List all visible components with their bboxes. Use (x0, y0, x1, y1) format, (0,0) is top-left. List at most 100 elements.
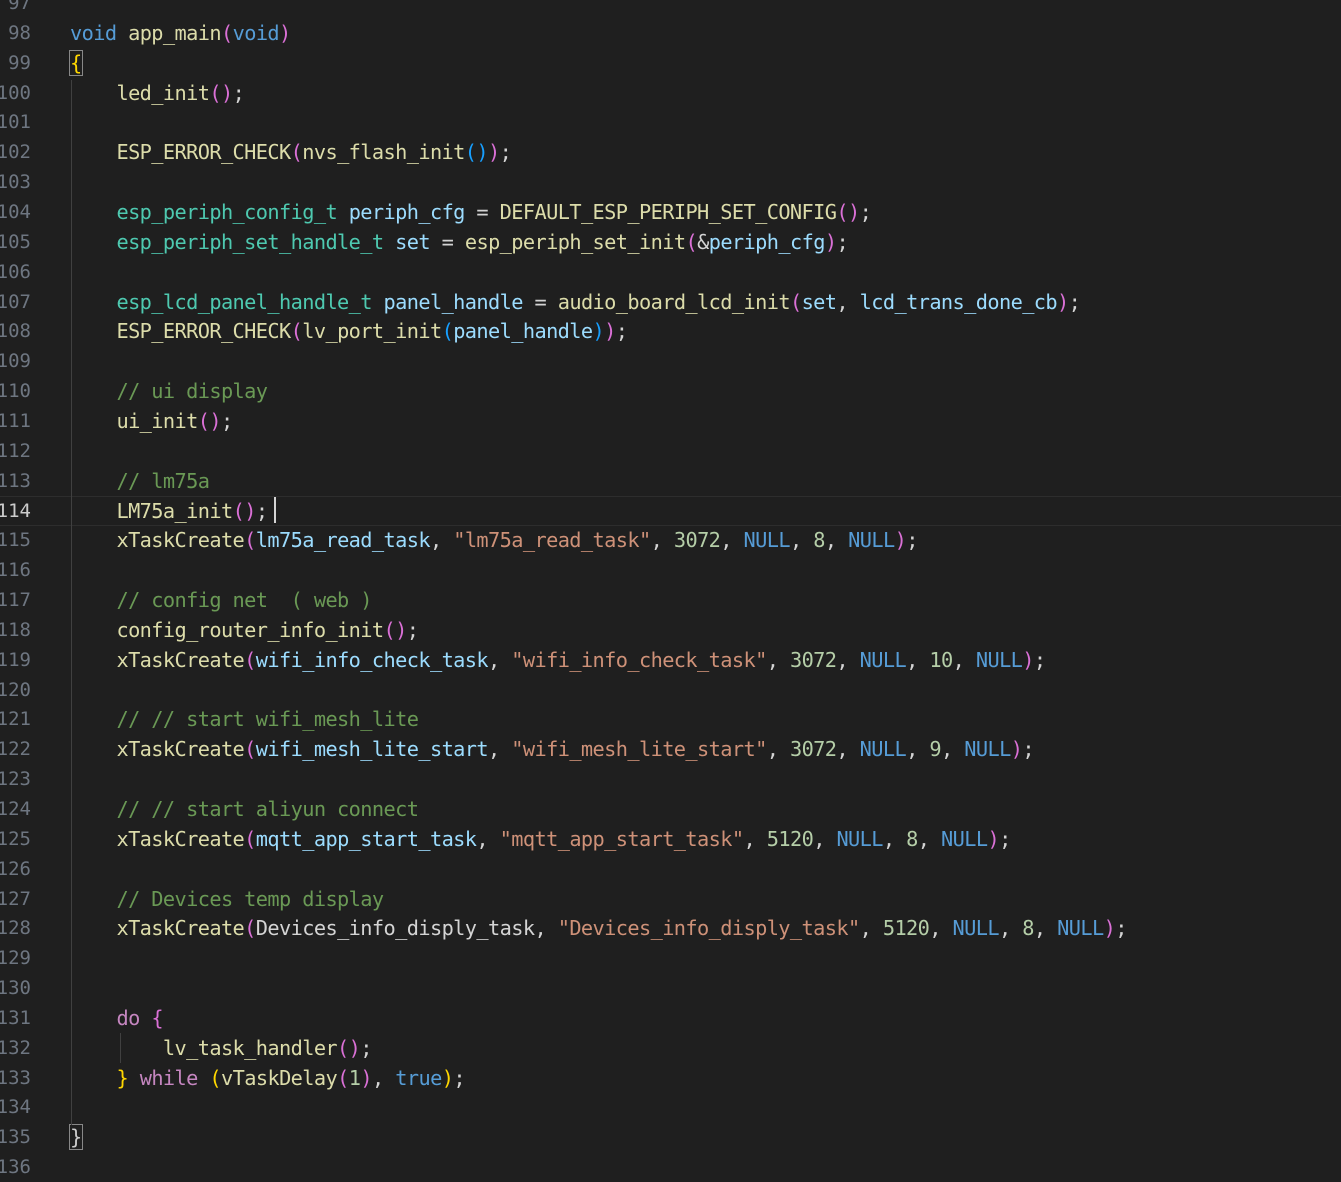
code-line[interactable]: 121 // // start wifi_mesh_lite (0, 705, 1341, 735)
line-number[interactable]: 136 (0, 1153, 31, 1182)
code-text[interactable]: // ui display (70, 377, 268, 407)
code-text[interactable]: lv_task_handler(); (70, 1034, 373, 1064)
code-text[interactable]: LM75a_init(); (70, 497, 268, 527)
code-text[interactable]: } (69, 1123, 83, 1153)
code-line[interactable]: 99 { (0, 49, 1341, 79)
code-text[interactable]: { (69, 49, 83, 79)
code-text[interactable]: do { (70, 1004, 163, 1034)
code-text[interactable]: xTaskCreate(wifi_mesh_lite_start, "wifi_… (70, 735, 1034, 765)
line-number[interactable]: 98 (0, 19, 31, 49)
code-line[interactable]: 134 (0, 1093, 1341, 1123)
line-number[interactable]: 115 (0, 526, 31, 556)
code-line[interactable]: 119 xTaskCreate(wifi_info_check_task, "w… (0, 646, 1341, 676)
line-number[interactable]: 103 (0, 168, 31, 198)
code-text[interactable]: xTaskCreate(mqtt_app_start_task, "mqtt_a… (70, 825, 1011, 855)
line-number[interactable]: 117 (0, 586, 31, 616)
code-line[interactable]: 98 void app_main(void) (0, 19, 1341, 49)
code-text[interactable]: xTaskCreate(lm75a_read_task, "lm75a_read… (70, 526, 918, 556)
line-number[interactable]: 133 (0, 1064, 31, 1094)
code-line[interactable]: 125 xTaskCreate(mqtt_app_start_task, "mq… (0, 825, 1341, 855)
code-line[interactable]: 116 (0, 556, 1341, 586)
code-text[interactable]: // config net ( web ) (70, 586, 372, 616)
line-number[interactable]: 131 (0, 1004, 31, 1034)
line-number[interactable]: 125 (0, 825, 31, 855)
code-text[interactable]: config_router_info_init(); (70, 616, 419, 646)
line-number[interactable]: 124 (0, 795, 31, 825)
line-number[interactable]: 113 (0, 467, 31, 497)
code-text[interactable]: ESP_ERROR_CHECK(lv_port_init(panel_handl… (70, 317, 628, 347)
line-number[interactable]: 118 (0, 616, 31, 646)
line-number[interactable]: 109 (0, 347, 31, 377)
line-number[interactable]: 114 (0, 497, 31, 527)
code-line[interactable]: 118 config_router_info_init(); (0, 616, 1341, 646)
line-number[interactable]: 111 (0, 407, 31, 437)
code-line[interactable]: 133 } while (vTaskDelay(1), true); (0, 1064, 1341, 1094)
line-number[interactable]: 119 (0, 646, 31, 676)
line-number[interactable]: 127 (0, 885, 31, 915)
code-line[interactable]: 115 xTaskCreate(lm75a_read_task, "lm75a_… (0, 526, 1341, 556)
code-text[interactable]: } while (vTaskDelay(1), true); (70, 1064, 465, 1094)
line-number[interactable]: 110 (0, 377, 31, 407)
line-number[interactable]: 97 (0, 0, 31, 19)
code-line[interactable]: 111 ui_init(); (0, 407, 1341, 437)
code-line[interactable]: 100 led_init(); (0, 79, 1341, 109)
code-line[interactable]: 106 (0, 258, 1341, 288)
code-line[interactable]: 103 (0, 168, 1341, 198)
line-number[interactable]: 107 (0, 288, 31, 318)
line-number[interactable]: 101 (0, 108, 31, 138)
code-line[interactable]: 102 ESP_ERROR_CHECK(nvs_flash_init()); (0, 138, 1341, 168)
line-number[interactable]: 129 (0, 944, 31, 974)
code-text[interactable]: // lm75a (70, 467, 209, 497)
code-line[interactable]: 124 // // start aliyun connect (0, 795, 1341, 825)
code-line[interactable]: 128 xTaskCreate(Devices_info_disply_task… (0, 914, 1341, 944)
code-text[interactable]: xTaskCreate(wifi_info_check_task, "wifi_… (70, 646, 1046, 676)
line-number[interactable]: 99 (0, 49, 31, 79)
code-line[interactable]: 126 (0, 855, 1341, 885)
line-number[interactable]: 102 (0, 138, 31, 168)
code-editor[interactable]: 136 135} 134 133 } while (vTaskDelay(1), tr… (0, 0, 1341, 1182)
code-line[interactable]: 130 (0, 974, 1341, 1004)
code-line[interactable]: 123 (0, 765, 1341, 795)
code-line[interactable]: 127 // Devices temp display (0, 885, 1341, 915)
line-number[interactable]: 134 (0, 1093, 31, 1123)
code-line[interactable]: 109 (0, 347, 1341, 377)
line-number[interactable]: 112 (0, 437, 31, 467)
line-number[interactable]: 130 (0, 974, 31, 1004)
line-number[interactable]: 121 (0, 705, 31, 735)
code-text[interactable]: esp_periph_config_t periph_cfg = DEFAULT… (70, 198, 871, 228)
code-line[interactable]: 107 esp_lcd_panel_handle_t panel_handle … (0, 288, 1341, 318)
code-text[interactable]: // Devices temp display (70, 885, 384, 915)
code-line[interactable]: 136 (0, 1153, 1341, 1182)
code-line[interactable]: 135} (0, 1123, 1341, 1153)
code-line[interactable]: 97 (0, 0, 1341, 19)
code-text[interactable]: esp_periph_set_handle_t set = esp_periph… (70, 228, 848, 258)
line-number[interactable]: 104 (0, 198, 31, 228)
line-number[interactable]: 122 (0, 735, 31, 765)
code-text[interactable]: ESP_ERROR_CHECK(nvs_flash_init()); (70, 138, 511, 168)
code-line[interactable]: 108 ESP_ERROR_CHECK(lv_port_init(panel_h… (0, 317, 1341, 347)
code-text[interactable]: ui_init(); (70, 407, 233, 437)
code-line[interactable]: 113 // lm75a (0, 467, 1341, 497)
code-line[interactable]: 105 esp_periph_set_handle_t set = esp_pe… (0, 228, 1341, 258)
line-number[interactable]: 116 (0, 556, 31, 586)
line-number[interactable]: 120 (0, 676, 31, 706)
line-number[interactable]: 106 (0, 258, 31, 288)
code-line[interactable]: 131 do { (0, 1004, 1341, 1034)
code-line[interactable]: 101 (0, 108, 1341, 138)
code-text[interactable]: // // start aliyun connect (70, 795, 418, 825)
code-text[interactable]: // // start wifi_mesh_lite (70, 705, 418, 735)
line-number[interactable]: 135 (0, 1123, 31, 1153)
code-line[interactable]: 122 xTaskCreate(wifi_mesh_lite_start, "w… (0, 735, 1341, 765)
code-text[interactable]: esp_lcd_panel_handle_t panel_handle = au… (70, 288, 1080, 318)
code-line[interactable]: 104 esp_periph_config_t periph_cfg = DEF… (0, 198, 1341, 228)
line-number[interactable]: 100 (0, 79, 31, 109)
code-line[interactable]: 129 (0, 944, 1341, 974)
code-line[interactable]: 114 LM75a_init(); (0, 496, 1341, 527)
line-number[interactable]: 132 (0, 1034, 31, 1064)
code-text[interactable]: led_init(); (70, 79, 244, 109)
line-number[interactable]: 126 (0, 855, 31, 885)
code-line[interactable]: 132 lv_task_handler(); (0, 1034, 1341, 1064)
code-line[interactable]: 110 // ui display (0, 377, 1341, 407)
line-number[interactable]: 128 (0, 914, 31, 944)
code-text[interactable]: void app_main(void) (70, 19, 291, 49)
